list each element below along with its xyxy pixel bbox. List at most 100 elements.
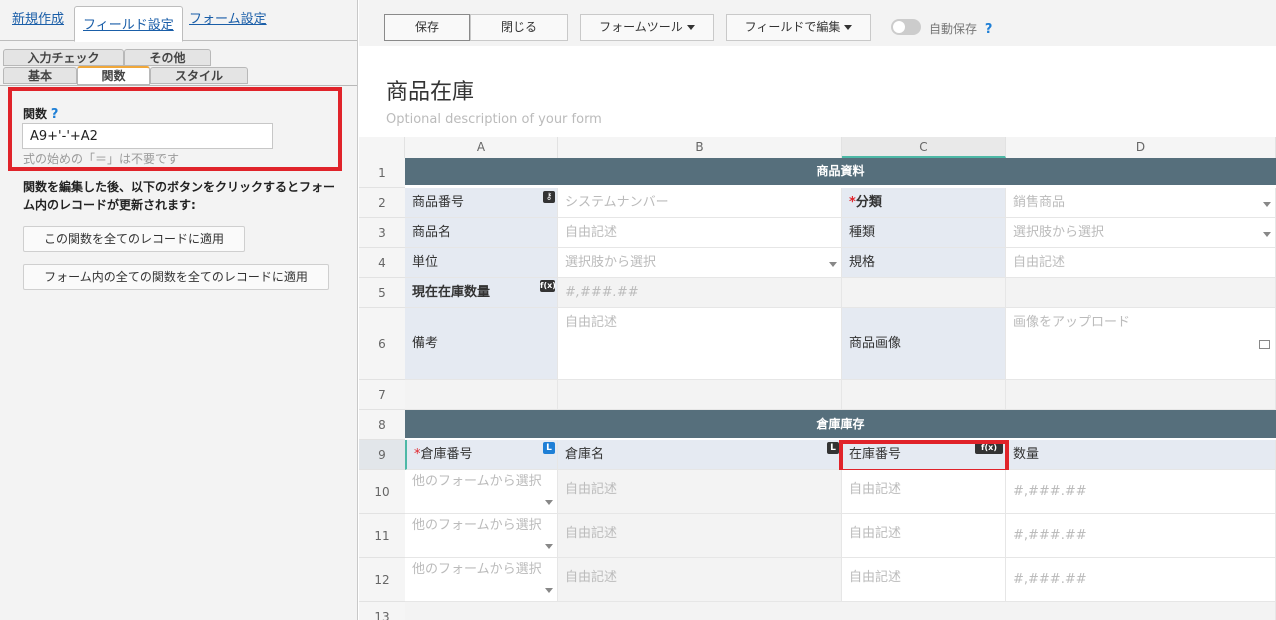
field-formula-current-stock[interactable]: #,###.## (558, 278, 842, 308)
row-header[interactable]: 12 (359, 558, 405, 602)
form-tools-button[interactable]: フォームツール (580, 14, 714, 41)
required-mark: * (849, 195, 856, 210)
empty-cell[interactable] (1006, 380, 1276, 410)
lookup-icon: L (827, 442, 839, 454)
function-icon: f(x) (540, 280, 556, 292)
chevron-down-icon (545, 588, 553, 593)
top-tab-bar: 新規作成 フィールド設定 フォーム設定 (0, 0, 357, 42)
form-description[interactable]: Optional description of your form (386, 112, 602, 127)
subtable-warehouse-name[interactable]: 自由記述 (558, 514, 842, 558)
field-textarea-remarks[interactable]: 自由記述 (558, 308, 842, 380)
subtable-select-warehouse[interactable]: 他のフォームから選択 (405, 470, 558, 514)
field-label-product-image[interactable]: 商品画像 (842, 308, 1006, 380)
subtable-select-warehouse[interactable]: 他のフォームから選択 (405, 514, 558, 558)
subtab-input-check[interactable]: 入力チェック (3, 49, 124, 66)
function-label: 関数 (23, 107, 48, 121)
row-header[interactable]: 1 (359, 158, 405, 188)
subtab-divider (0, 85, 357, 86)
section-header-warehouse[interactable]: 倉庫庫存 (405, 410, 1276, 438)
empty-cell[interactable] (842, 278, 1006, 308)
column-header-a[interactable]: A (405, 137, 558, 158)
subtable-warehouse-name[interactable]: 自由記述 (558, 558, 842, 602)
field-label-product-name[interactable]: 商品名 (405, 218, 558, 248)
subtab-function[interactable]: 関数 (77, 66, 150, 85)
empty-cell[interactable] (558, 380, 842, 410)
row-header[interactable]: 7 (359, 380, 405, 410)
subtable-select-warehouse[interactable]: 他のフォームから選択 (405, 558, 558, 602)
field-label-unit[interactable]: 単位 (405, 248, 558, 278)
image-icon (1259, 340, 1270, 349)
field-upload-image[interactable]: 画像をアップロード (1006, 308, 1276, 380)
cell-text: 現在在庫数量 (412, 285, 491, 300)
subtab-style[interactable]: スタイル (150, 67, 248, 84)
subtable-stock-number[interactable]: 自由記述 (842, 514, 1006, 558)
cell-text: 選択肢から選択 (565, 255, 657, 270)
tab-form-settings[interactable]: フォーム設定 (189, 8, 267, 27)
formula-input[interactable] (22, 123, 273, 149)
column-header-b[interactable]: B (558, 137, 842, 158)
apply-function-button[interactable]: この関数を全てのレコードに適用 (23, 226, 245, 252)
toggle-knob (893, 21, 905, 33)
field-input-spec[interactable]: 自由記述 (1006, 248, 1276, 278)
edit-by-field-button[interactable]: フィールドで編集 (726, 14, 871, 41)
field-label-type[interactable]: 種類 (842, 218, 1006, 248)
field-label-product-number[interactable]: 商品番号 ⚷ (405, 188, 558, 218)
field-label-current-stock[interactable]: 現在在庫数量 f(x) (405, 278, 558, 308)
field-label-spec[interactable]: 規格 (842, 248, 1006, 278)
field-label-warehouse-name[interactable]: 倉庫名 L (558, 440, 842, 470)
tab-new[interactable]: 新規作成 (12, 8, 64, 27)
cell-text: 他のフォームから選択 (412, 474, 542, 489)
row-header[interactable]: 8 (359, 410, 405, 440)
cell-text: 画像をアップロード (1013, 315, 1131, 330)
subtable-quantity[interactable]: #,###.## (1006, 514, 1276, 558)
subtable-stock-number[interactable]: 自由記述 (842, 558, 1006, 602)
field-select-category[interactable]: 銷售商品 (1006, 188, 1276, 218)
row-header[interactable]: 11 (359, 514, 405, 558)
row-header[interactable]: 10 (359, 470, 405, 514)
column-header-c[interactable]: C (842, 137, 1006, 158)
cell-text: 選択肢から選択 (1013, 225, 1105, 240)
subtable-quantity[interactable]: #,###.## (1006, 470, 1276, 514)
empty-cell[interactable] (1006, 278, 1276, 308)
row-header[interactable]: 3 (359, 218, 405, 248)
tab-field-settings[interactable]: フィールド設定 (74, 6, 183, 42)
formula-hint: 式の始めの「＝」は不要です (23, 152, 180, 166)
subtab-basic[interactable]: 基本 (3, 67, 77, 84)
row-header[interactable]: 13 (359, 602, 405, 620)
empty-cell[interactable] (842, 380, 1006, 410)
field-label-warehouse-number[interactable]: *倉庫番号 L (405, 440, 558, 470)
cell-text: 他のフォームから選択 (412, 562, 542, 577)
row-header[interactable]: 5 (359, 278, 405, 308)
subtab-other[interactable]: その他 (124, 49, 211, 66)
field-select-unit[interactable]: 選択肢から選択 (558, 248, 842, 278)
chevron-down-icon (1263, 232, 1271, 237)
empty-cell[interactable] (405, 380, 558, 410)
row-header[interactable]: 9 (359, 440, 405, 470)
stock-number-highlight-box (839, 440, 1009, 473)
field-input-product-name[interactable]: 自由記述 (558, 218, 842, 248)
help-icon[interactable]: ? (985, 22, 993, 37)
field-label-remarks[interactable]: 備考 (405, 308, 558, 380)
field-input-system-number[interactable]: システムナンバー (558, 188, 842, 218)
field-label-quantity[interactable]: 数量 (1006, 440, 1276, 470)
subtable-warehouse-name[interactable]: 自由記述 (558, 470, 842, 514)
link-icon: L (543, 442, 555, 454)
form-title[interactable]: 商品在庫 (386, 74, 474, 106)
cell-text: 商品番号 (412, 195, 465, 210)
row-header[interactable]: 4 (359, 248, 405, 278)
chevron-down-icon (686, 25, 695, 30)
autosave-toggle[interactable] (891, 19, 921, 35)
subtable-quantity[interactable]: #,###.## (1006, 558, 1276, 602)
empty-row[interactable] (405, 602, 1276, 620)
apply-all-functions-button[interactable]: フォーム内の全ての関数を全てのレコードに適用 (23, 264, 329, 290)
row-header[interactable]: 6 (359, 308, 405, 380)
field-select-type[interactable]: 選択肢から選択 (1006, 218, 1276, 248)
row-header[interactable]: 2 (359, 188, 405, 218)
column-header-d[interactable]: D (1006, 137, 1276, 158)
help-icon[interactable]: ? (51, 107, 59, 122)
save-button[interactable]: 保存 (384, 14, 470, 41)
subtable-stock-number[interactable]: 自由記述 (842, 470, 1006, 514)
field-label-category[interactable]: *分類 (842, 188, 1006, 218)
section-header-product[interactable]: 商品資料 (405, 158, 1276, 185)
close-button[interactable]: 閉じる (470, 14, 568, 41)
